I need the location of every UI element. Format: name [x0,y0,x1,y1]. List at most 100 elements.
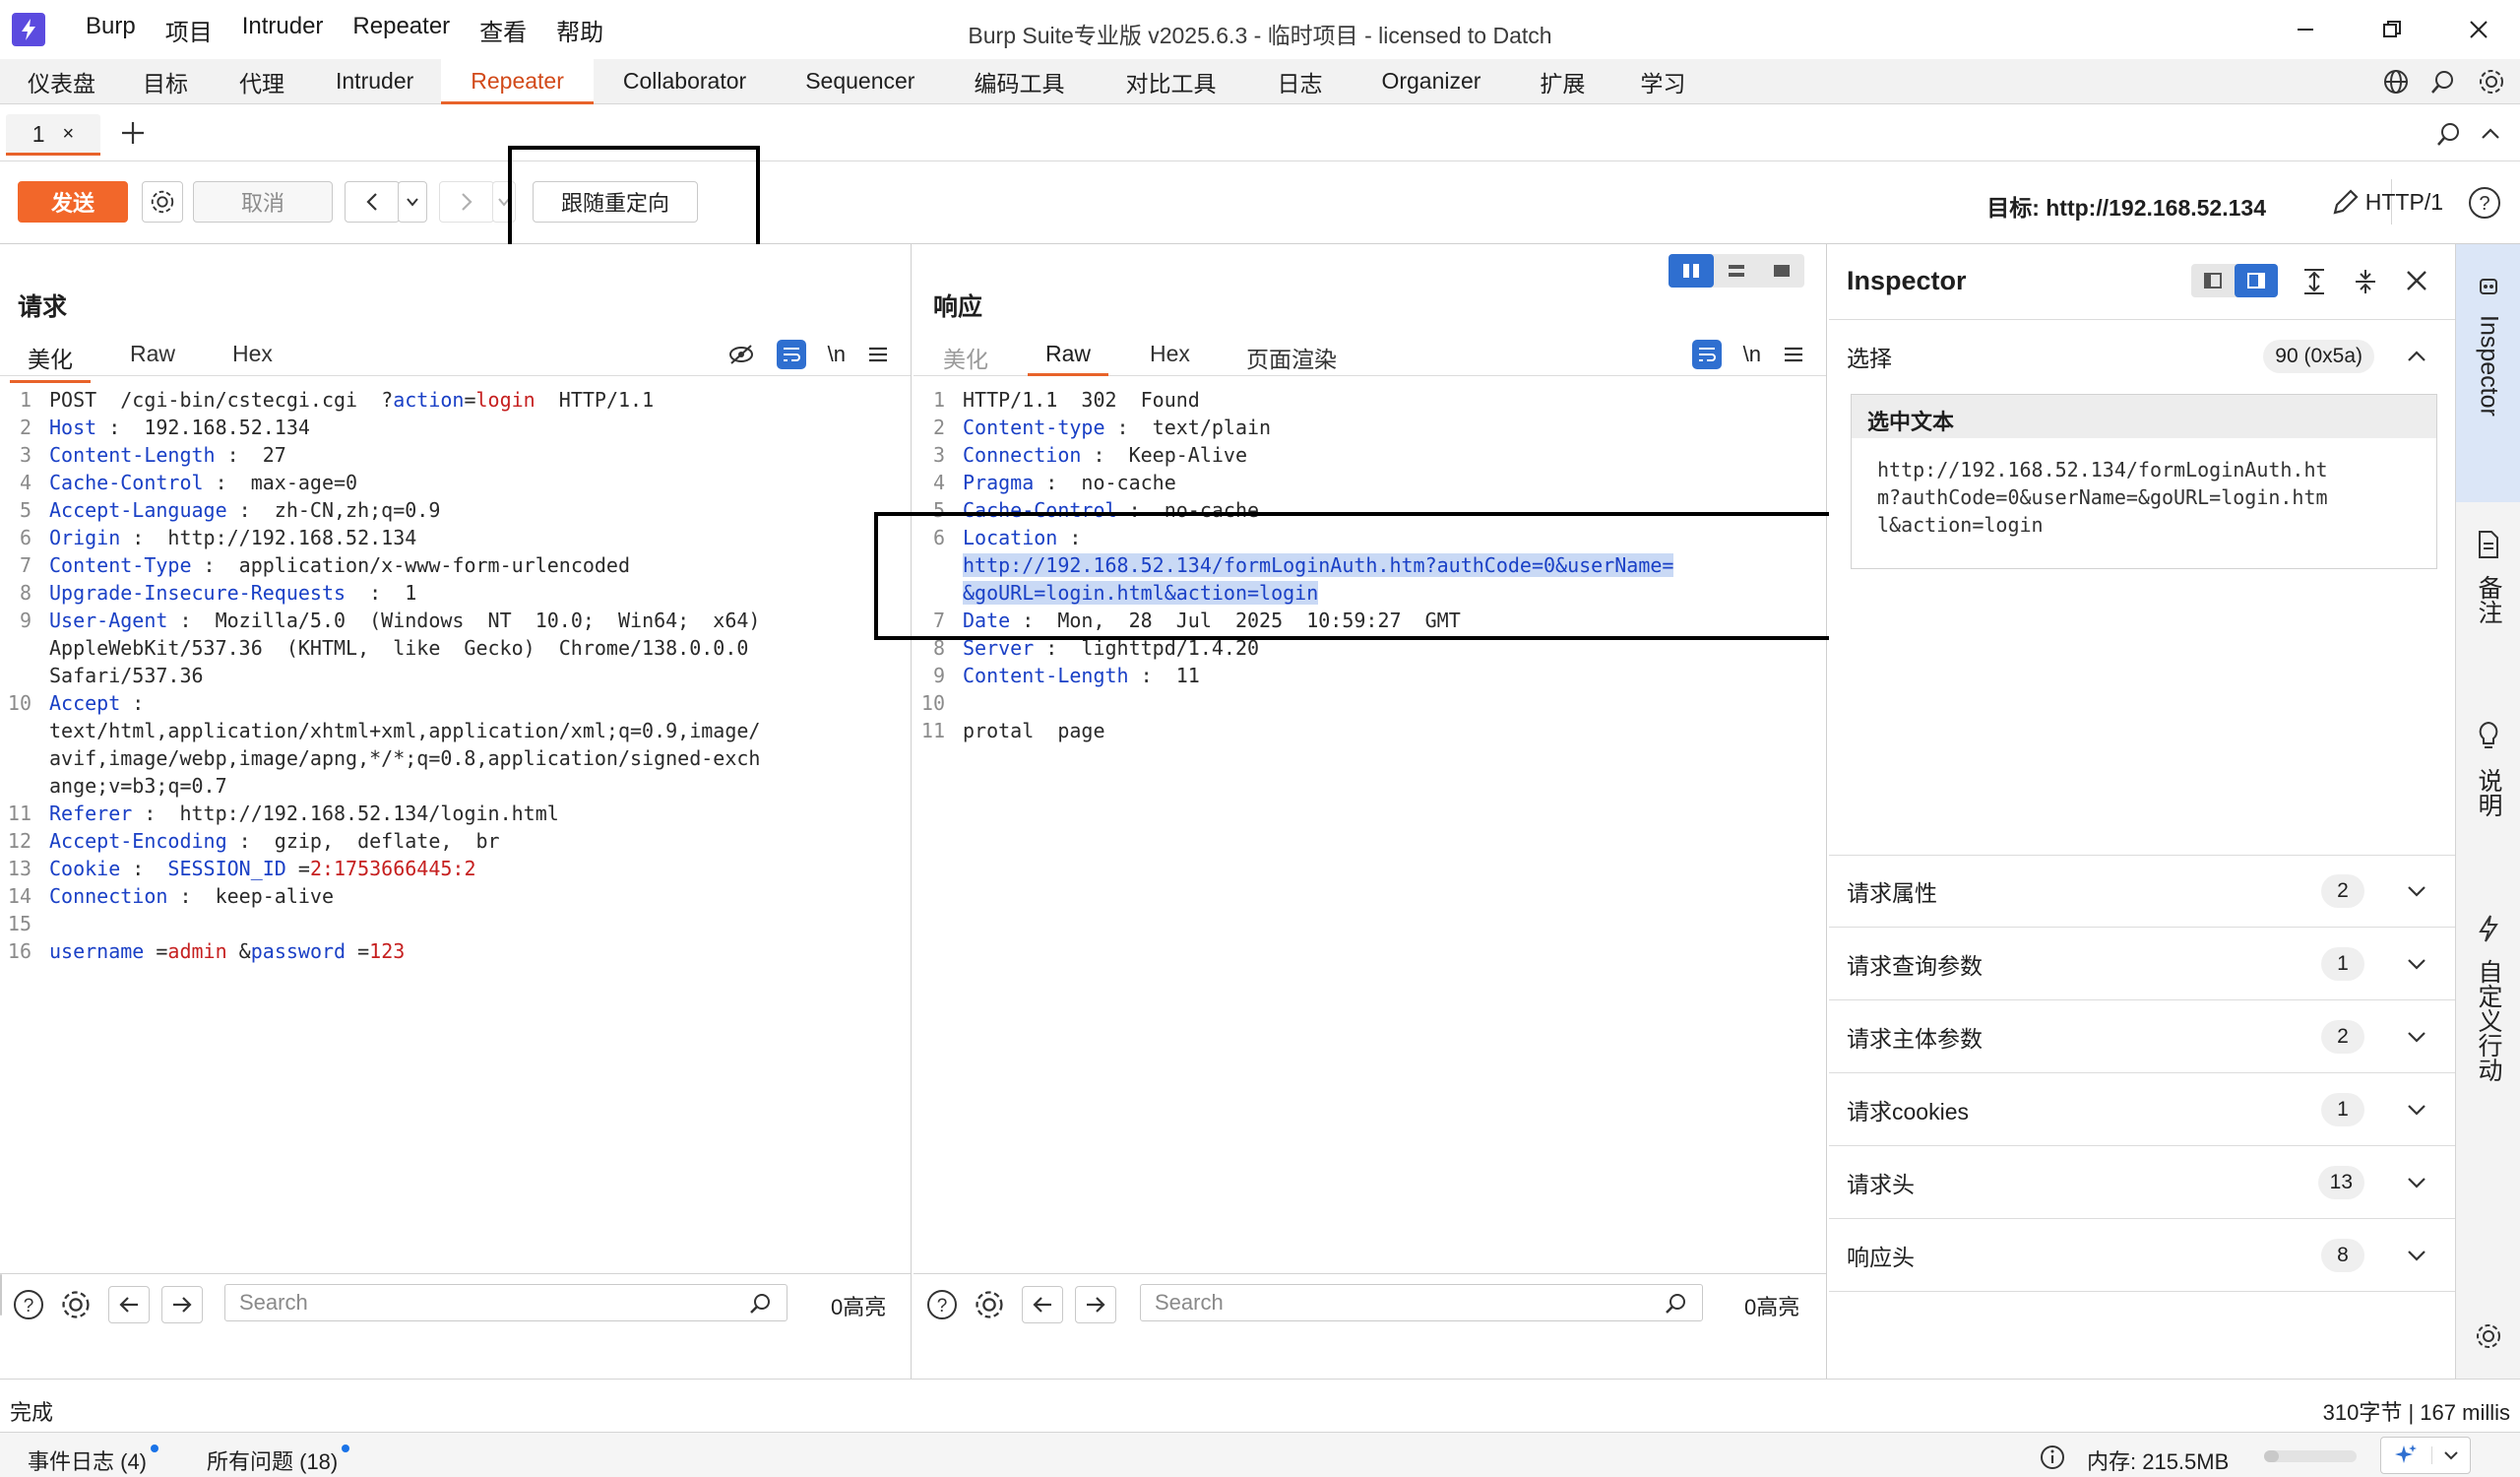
info-icon[interactable] [2040,1445,2065,1470]
response-tab-render[interactable]: 页面渲染 [1246,341,1337,374]
tab-decoder[interactable]: 编码工具 [944,59,1094,103]
response-tab-hex[interactable]: Hex [1150,341,1190,367]
help-icon[interactable]: ? [2467,185,2502,221]
layout-stacked-icon[interactable] [1714,254,1759,288]
http-version[interactable]: HTTP/1 [2365,189,2443,216]
inspector-layout-left-icon[interactable] [2191,264,2235,297]
close-window-icon[interactable] [2459,12,2498,47]
response-editor[interactable]: 1 HTTP/1.1 302 Found 2 Content-type : text/… [914,382,1826,1284]
settings-gear-icon[interactable] [2477,67,2506,96]
menu-help[interactable]: 帮助 [541,13,618,47]
request-tab-raw[interactable]: Raw [130,341,175,367]
response-tab-pretty[interactable]: 美化 [943,341,988,374]
menu-view[interactable]: 查看 [465,13,541,47]
inspector-section-request-headers[interactable]: 请求头 13 [1829,1146,2455,1219]
hamburger-menu-icon[interactable] [867,345,889,364]
close-tab-icon[interactable]: × [63,123,75,146]
minimize-icon[interactable] [2286,12,2325,47]
all-issues-link[interactable]: 所有问题 (18) [207,1445,350,1476]
sidebar-item-custom-actions[interactable]: 自定义行动 [2456,914,2520,1082]
search-icon[interactable] [2429,68,2457,96]
search-settings-gear-icon[interactable] [59,1288,93,1321]
search-prev-arrow-icon[interactable] [108,1286,150,1323]
tab-learn[interactable]: 学习 [1614,59,1711,103]
hamburger-menu-icon[interactable] [1783,345,1804,364]
chevron-down-icon[interactable] [2406,880,2427,902]
edit-target-pencil-icon[interactable] [2329,185,2362,219]
send-button[interactable]: 发送 [18,181,128,223]
inspector-section-request-attributes[interactable]: 请求属性 2 [1829,855,2455,928]
inspector-section-response-headers[interactable]: 响应头 8 [1829,1219,2455,1292]
event-log-link[interactable]: 事件日志 (4) [28,1445,159,1476]
tab-target[interactable]: 目标 [115,59,216,103]
chevron-down-icon[interactable] [2406,1172,2427,1193]
search-help-icon[interactable]: ? [925,1288,959,1321]
search-settings-gear-icon[interactable] [973,1288,1006,1321]
repeater-tab-1[interactable]: 1 × [6,114,100,156]
layout-side-by-side-icon[interactable] [1669,254,1714,288]
tab-extensions[interactable]: 扩展 [1510,59,1614,103]
chevron-down-icon[interactable] [2406,1026,2427,1048]
globe-icon[interactable] [2382,68,2410,96]
close-inspector-icon[interactable] [2404,268,2429,293]
request-tab-hex[interactable]: Hex [232,341,273,367]
chevron-up-icon[interactable] [2479,122,2502,146]
tab-collaborator[interactable]: Collaborator [594,59,776,103]
forward-arrow-icon[interactable] [439,181,494,223]
request-tab-pretty[interactable]: 美化 [10,341,91,383]
selected-text-value[interactable]: http://192.168.52.134/formLoginAuth.ht m… [1852,438,2436,556]
search-help-icon[interactable]: ? [12,1288,45,1321]
search-tabs-icon[interactable] [2435,120,2463,148]
ai-assistant-button[interactable] [2380,1437,2471,1474]
search-next-arrow-icon[interactable] [161,1286,203,1323]
tab-sequencer[interactable]: Sequencer [776,59,944,103]
search-next-arrow-icon[interactable] [1075,1286,1116,1323]
search-prev-arrow-icon[interactable] [1022,1286,1063,1323]
newline-toggle-icon[interactable]: \n [1743,342,1761,367]
tab-logger[interactable]: 日志 [1247,59,1352,103]
sidebar-item-inspector[interactable]: Inspector [2456,244,2520,502]
menu-project[interactable]: 项目 [151,13,227,47]
chevron-down-icon[interactable] [2406,953,2427,975]
expand-all-icon[interactable] [2301,268,2327,295]
sidebar-settings-gear-icon[interactable] [2456,1321,2520,1351]
menu-repeater[interactable]: Repeater [338,13,465,47]
tab-comparer[interactable]: 对比工具 [1094,59,1247,103]
sidebar-item-notes[interactable]: 备注 [2456,530,2520,624]
follow-redirect-button[interactable]: 跟随重定向 [533,181,698,223]
menu-intruder[interactable]: Intruder [227,13,339,47]
sidebar-item-explanation[interactable]: 说明 [2456,721,2520,817]
back-history-chevron-down-icon[interactable] [398,181,427,223]
cancel-button[interactable]: 取消 [193,181,333,223]
inspector-layout-right-icon[interactable] [2235,264,2278,297]
response-tab-raw[interactable]: Raw [1027,341,1109,376]
restore-icon[interactable] [2372,12,2412,47]
inspector-section-cookies[interactable]: 请求cookies 1 [1829,1073,2455,1146]
tab-organizer[interactable]: Organizer [1352,59,1510,103]
collapse-all-icon[interactable] [2353,268,2378,295]
layout-single-icon[interactable] [1759,254,1804,288]
inspector-section-body-params[interactable]: 请求主体参数 2 [1829,1000,2455,1073]
inspector-selection-row[interactable]: 选择 90 (0x5a) [1829,319,2455,392]
wrap-lines-icon[interactable] [1691,340,1722,369]
chevron-down-icon[interactable] [2406,1099,2427,1121]
request-editor[interactable]: 1 POST /cgi-bin/cstecgi.cgi ?action=login… [0,382,911,1284]
add-tab-icon[interactable] [118,118,148,148]
back-arrow-icon[interactable] [345,181,400,223]
tab-repeater[interactable]: Repeater [441,59,594,104]
menu-burp[interactable]: Burp [71,13,151,47]
wrap-lines-icon[interactable] [776,340,806,369]
chevron-up-icon[interactable] [2406,346,2427,367]
request-search-input[interactable]: Search [224,1284,788,1321]
hide-eye-icon[interactable] [727,343,755,366]
forward-history-chevron-down-icon[interactable] [492,181,516,223]
tab-proxy[interactable]: 代理 [216,59,308,103]
send-settings-gear-icon[interactable] [142,181,183,223]
response-search-input[interactable]: Search [1140,1284,1703,1321]
newline-toggle-icon[interactable]: \n [828,342,846,367]
chevron-down-icon[interactable] [2406,1245,2427,1266]
tab-intruder[interactable]: Intruder [308,59,441,103]
inspector-section-query-params[interactable]: 请求查询参数 1 [1829,928,2455,1000]
tab-dashboard[interactable]: 仪表盘 [0,59,115,103]
chevron-down-icon[interactable] [2430,1446,2470,1464]
